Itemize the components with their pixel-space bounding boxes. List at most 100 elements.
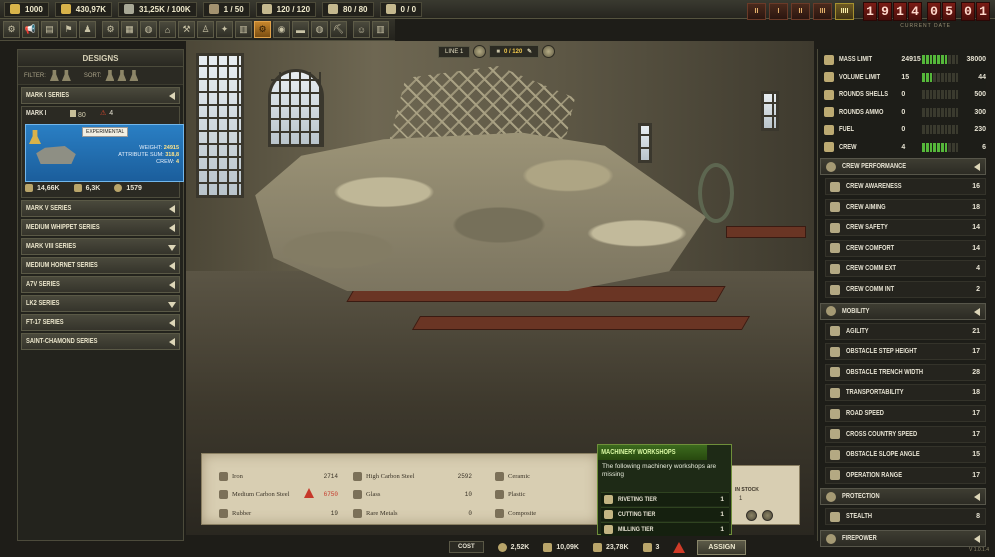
- chevron-left-icon[interactable]: [974, 307, 980, 316]
- series-header[interactable]: A7V SERIES: [21, 276, 180, 293]
- section-label: MOBILITY: [842, 307, 870, 315]
- section-header[interactable]: FIREPOWER: [820, 530, 986, 547]
- resource-counter[interactable]: 430,97K: [54, 1, 113, 17]
- globe2-icon[interactable]: ◍: [311, 21, 328, 38]
- limit-label: ROUNDS SHELLS: [838, 91, 888, 98]
- chevron-left-icon[interactable]: [169, 205, 175, 213]
- chevron-left-icon[interactable]: [169, 281, 175, 289]
- series-header[interactable]: LK2 SERIES: [21, 295, 180, 312]
- section-header[interactable]: MOBILITY: [820, 302, 986, 320]
- limit-bar-segment: [955, 55, 959, 64]
- resource-value: 0 / 0: [400, 4, 417, 14]
- shovel-icon[interactable]: ⛏: [330, 21, 347, 38]
- designs-panel: DESIGNS FILTER: SORT: MARK I SERIES MARK…: [17, 49, 184, 541]
- series-header[interactable]: MEDIUM WHIPPET SERIES: [21, 219, 180, 236]
- filter-gun-icon[interactable]: [49, 70, 59, 81]
- globe-icon[interactable]: ◍: [140, 21, 157, 38]
- stock-increase-button[interactable]: [762, 510, 773, 521]
- line-prev-button[interactable]: [473, 45, 487, 58]
- series-header[interactable]: SAINT-CHAMOND SERIES: [21, 333, 180, 350]
- cog-icon[interactable]: ⚙: [3, 21, 20, 38]
- limit-max: 6: [982, 143, 986, 151]
- warning-icon[interactable]: [673, 541, 686, 553]
- resource-counter[interactable]: 80 / 80: [322, 1, 374, 17]
- series-header-mark-i[interactable]: MARK I SERIES: [21, 87, 180, 104]
- bank-icon[interactable]: ▥: [372, 21, 389, 38]
- design-card-mark-i[interactable]: MARK I 80 ⚠ 4 EXPERIMENTAL WEIGHT: 24915 …: [21, 106, 184, 198]
- collapse-arrow-icon[interactable]: [169, 92, 175, 100]
- megaphone-icon[interactable]: 📢: [22, 21, 39, 38]
- line-label[interactable]: LINE 1: [438, 45, 471, 58]
- chevron-left-icon[interactable]: [974, 493, 980, 502]
- flag-icon[interactable]: ⚑: [60, 21, 77, 38]
- resource-value: 1000: [25, 4, 43, 14]
- truck-icon[interactable]: ▬: [292, 21, 309, 38]
- limit-bar-segment: [952, 55, 955, 64]
- chevron-left-icon[interactable]: [169, 224, 175, 232]
- material-icon: [219, 471, 228, 481]
- speed-button-4[interactable]: IIII: [835, 3, 854, 20]
- clipboard-icon[interactable]: ▤: [41, 21, 58, 38]
- chevron-left-icon[interactable]: [974, 163, 980, 171]
- person-icon[interactable]: ♙: [197, 21, 214, 38]
- resource-counter[interactable]: 31,25K / 100K: [118, 1, 197, 17]
- resource-value: 430,97K: [75, 4, 107, 14]
- material-name: Ceramic: [508, 472, 531, 480]
- sort-gun-icon[interactable]: [117, 70, 127, 81]
- stat-icon: [830, 222, 840, 233]
- resource-counter[interactable]: 1 / 50: [202, 1, 250, 17]
- gear-icon: [497, 542, 507, 552]
- building-icon[interactable]: ▥: [235, 21, 252, 38]
- limit-bar-segment: [922, 72, 925, 82]
- sort-tank-icon[interactable]: [105, 70, 115, 81]
- gear-icon: [114, 184, 123, 192]
- chevron-down-icon[interactable]: [168, 245, 176, 251]
- limit-bar-segment: [933, 125, 937, 134]
- series-header[interactable]: MARK VIII SERIES: [21, 238, 180, 255]
- chevron-left-icon[interactable]: [169, 262, 175, 270]
- speed-button-1[interactable]: I: [769, 3, 788, 20]
- line-settings-button[interactable]: [542, 45, 556, 58]
- cost-bar: COST 2,52K 10,09K 23,78K 3 ASSIGN: [449, 537, 814, 557]
- design-preview[interactable]: EXPERIMENTAL WEIGHT: 24915 ATTRIBUTE SUM…: [25, 124, 184, 182]
- limit-bar: [922, 125, 959, 134]
- sort-crate-icon[interactable]: [129, 70, 139, 81]
- chevron-left-icon[interactable]: [169, 319, 175, 327]
- tooltip-row-label: MILLING TIER: [618, 526, 654, 533]
- material-row: High Carbon Steel 2592: [350, 468, 478, 484]
- resource-counter[interactable]: 0 / 0: [379, 1, 423, 17]
- cost-tools: 3: [642, 542, 659, 552]
- stat-value: 16: [972, 183, 980, 190]
- chevron-down-icon[interactable]: [168, 302, 176, 308]
- wrench-icon[interactable]: ⚙: [254, 21, 271, 38]
- cost-money: 14,66K: [25, 184, 60, 192]
- filter-soldier-icon[interactable]: [61, 70, 71, 81]
- section-header[interactable]: CREW PERFORMANCE: [820, 158, 986, 175]
- limit-bar-segment: [922, 142, 925, 152]
- series-header[interactable]: MEDIUM HORNET SERIES: [21, 257, 180, 274]
- stock-decrease-button[interactable]: [746, 510, 757, 521]
- chevron-left-icon[interactable]: [169, 338, 175, 346]
- assign-button[interactable]: ASSIGN: [697, 539, 747, 555]
- tool-icon: [604, 525, 613, 534]
- resource-counter[interactable]: 1000: [4, 1, 49, 17]
- cannon-icon[interactable]: ✦: [216, 21, 233, 38]
- soldier-icon[interactable]: ♟: [79, 21, 96, 38]
- series-header[interactable]: MARK V SERIES: [21, 200, 180, 217]
- house-icon[interactable]: ⌂: [159, 21, 176, 38]
- section-header[interactable]: PROTECTION: [820, 488, 986, 506]
- resource-counter[interactable]: 120 / 120: [255, 1, 317, 17]
- speed-button-2[interactable]: II: [791, 3, 810, 20]
- speed-button-3[interactable]: III: [813, 3, 832, 20]
- stat-value: 17: [972, 348, 980, 356]
- chevron-left-icon[interactable]: [974, 535, 980, 543]
- pause-button[interactable]: II: [747, 3, 766, 20]
- camera-icon[interactable]: ◉: [273, 21, 290, 38]
- gear-icon[interactable]: ⚙: [102, 21, 119, 38]
- series-header[interactable]: FT-17 SERIES: [21, 314, 180, 331]
- people-icon[interactable]: ☺: [353, 21, 370, 38]
- tools-icon[interactable]: ⚒: [178, 21, 195, 38]
- factory-icon[interactable]: ▦: [121, 21, 138, 38]
- cost-steel: 10,09K: [543, 542, 579, 552]
- money-icon: [25, 184, 33, 192]
